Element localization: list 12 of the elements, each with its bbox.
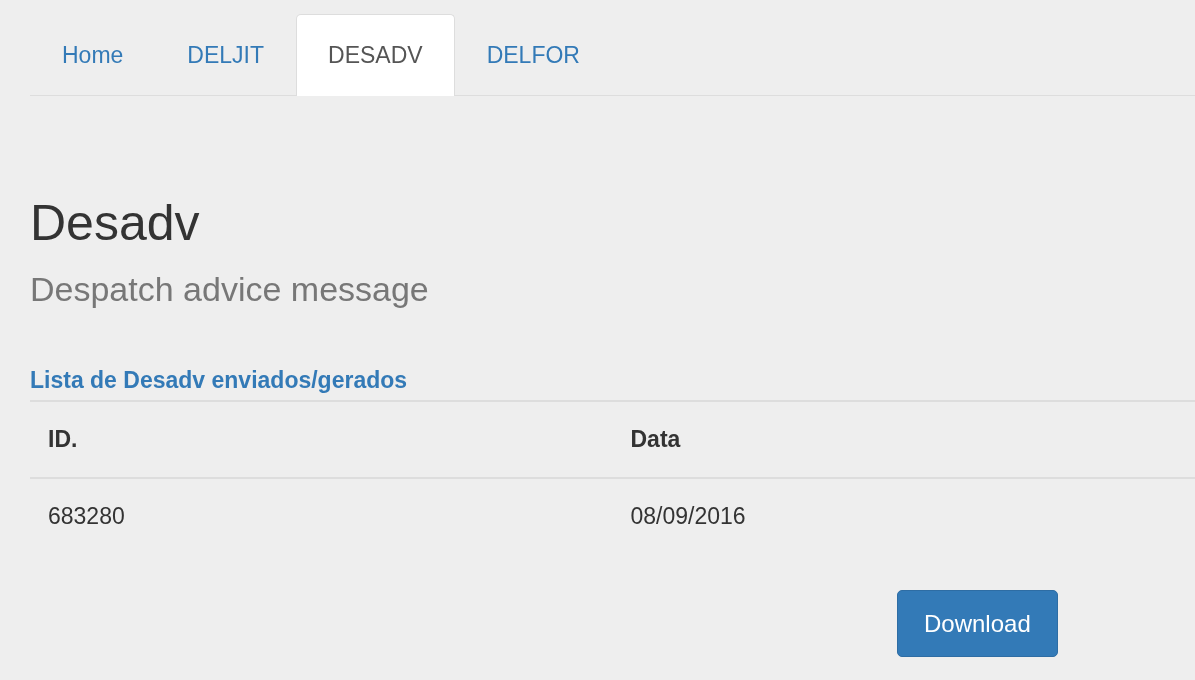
table-cell: 683280	[30, 478, 613, 554]
download-button[interactable]: Download	[897, 590, 1058, 657]
column-header: Data	[612, 401, 1195, 478]
nav-tab[interactable]: Home	[30, 14, 156, 95]
nav-tab[interactable]: DESADV	[296, 14, 455, 96]
column-header: ID.	[30, 401, 613, 478]
table-cell: 08/09/2016	[612, 478, 1195, 554]
page-subheading: Despatch advice message	[30, 269, 430, 309]
nav-tab[interactable]: DELJIT	[155, 14, 297, 95]
list-title: Lista de Desadv enviados/gerados	[30, 366, 408, 394]
nav-tab[interactable]: DELFOR	[454, 14, 612, 95]
page-heading: Desadv	[30, 194, 201, 253]
